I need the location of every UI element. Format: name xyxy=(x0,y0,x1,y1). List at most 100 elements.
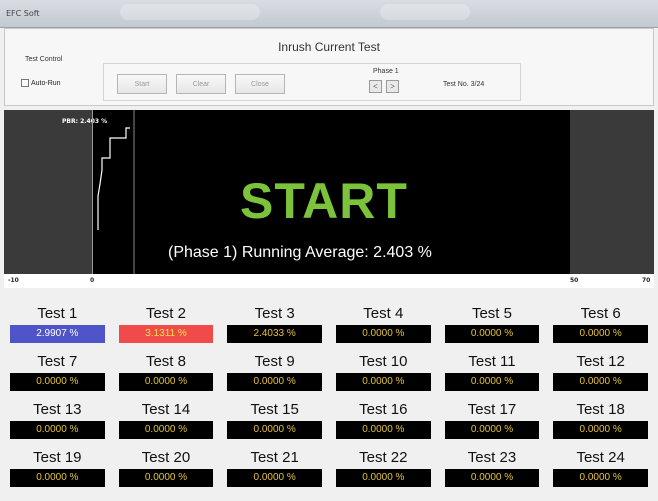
test-name: Test 12 xyxy=(576,353,625,370)
test-name: Test 8 xyxy=(145,353,186,370)
test-value: 0.0000 % xyxy=(553,373,648,391)
test-name: Test 4 xyxy=(363,305,404,322)
graph-axis: -10 0 50 70 xyxy=(4,274,654,288)
test-name: Test 7 xyxy=(37,353,78,370)
test-name: Test 17 xyxy=(467,401,517,418)
test-name: Test 6 xyxy=(580,305,621,322)
axis-tick: 50 xyxy=(570,277,579,284)
status-text: START xyxy=(240,173,408,229)
test-name: Test 11 xyxy=(468,353,516,370)
test-result-cell: Test 24 0.0000 % xyxy=(553,447,648,495)
test-result-cell: Test 3 2.4033 % xyxy=(227,303,322,351)
test-value: 0.0000 % xyxy=(10,373,105,391)
test-name: Test 20 xyxy=(141,449,191,466)
test-result-cell: Test 14 0.0000 % xyxy=(118,399,214,447)
control-panel: Inrush Current Test Test Control Auto-Ru… xyxy=(4,28,654,106)
graph-divider xyxy=(92,110,93,274)
app-title: Inrush Current Test xyxy=(278,40,380,54)
test-value: 0.0000 % xyxy=(335,373,431,391)
test-name: Test 23 xyxy=(467,449,517,466)
axis-tick: -10 xyxy=(8,277,19,284)
test-name: Test 10 xyxy=(359,353,408,370)
test-value: 0.0000 % xyxy=(444,469,540,487)
title-bar-glare xyxy=(380,4,470,20)
test-name: Test 21 xyxy=(250,449,299,466)
test-result-cell: Test 18 0.0000 % xyxy=(553,399,648,447)
test-result-cell: Test 2 3.1311 % xyxy=(118,303,214,351)
test-name: Test 14 xyxy=(141,401,191,418)
test-result-cell: Test 1 2.9907 % xyxy=(10,303,105,351)
graph-area: PBR: 2.403 % START (Phase 1) Running Ave… xyxy=(4,110,654,274)
test-value: 3.1311 % xyxy=(118,325,214,343)
test-value: 0.0000 % xyxy=(444,325,540,343)
checkbox-square[interactable] xyxy=(21,79,29,87)
test-name: Test 1 xyxy=(37,305,78,322)
test-result-cell: Test 23 0.0000 % xyxy=(444,447,540,495)
test-value: 0.0000 % xyxy=(335,325,431,343)
test-name: Test 3 xyxy=(254,305,295,322)
test-value: 2.9907 % xyxy=(10,325,105,343)
test-result-cell: Test 16 0.0000 % xyxy=(335,399,431,447)
test-value: 0.0000 % xyxy=(553,421,648,439)
test-result-cell: Test 22 0.0000 % xyxy=(335,447,431,495)
test-result-cell: Test 10 0.0000 % xyxy=(335,351,431,399)
test-result-cell: Test 11 0.0000 % xyxy=(444,351,540,399)
test-control-label: Test Control xyxy=(25,56,63,63)
running-average: (Phase 1) Running Average: 2.403 % xyxy=(168,244,432,261)
window-title-bar[interactable]: EFC Soft xyxy=(0,0,658,28)
next-phase-button[interactable]: > xyxy=(386,80,399,93)
test-name: Test 15 xyxy=(250,401,299,418)
test-value: 0.0000 % xyxy=(553,469,648,487)
test-value: 0.0000 % xyxy=(444,373,540,391)
test-result-cell: Test 8 0.0000 % xyxy=(118,351,214,399)
test-result-cell: Test 6 0.0000 % xyxy=(553,303,648,351)
graph-right-region xyxy=(570,110,654,274)
test-name: Test 5 xyxy=(471,305,512,322)
autorun-checkbox[interactable]: Auto-Run xyxy=(21,79,61,87)
test-result-cell: Test 17 0.0000 % xyxy=(444,399,540,447)
test-result-cell: Test 7 0.0000 % xyxy=(10,351,105,399)
current-trace xyxy=(97,110,135,274)
test-name: Test 18 xyxy=(576,401,625,418)
chevron-left-icon: < xyxy=(373,82,378,91)
test-value: 0.0000 % xyxy=(335,469,431,487)
window-title: EFC Soft xyxy=(6,9,40,18)
test-result-cell: Test 5 0.0000 % xyxy=(444,303,540,351)
test-result-cell: Test 12 0.0000 % xyxy=(553,351,648,399)
test-number: Test No. 3/24 xyxy=(443,81,485,88)
test-name: Test 13 xyxy=(33,401,82,418)
test-result-cell: Test 21 0.0000 % xyxy=(227,447,322,495)
close-button[interactable]: Close xyxy=(235,74,285,94)
axis-tick: 0 xyxy=(90,277,95,284)
prev-phase-button[interactable]: < xyxy=(369,80,382,93)
test-result-cell: Test 9 0.0000 % xyxy=(227,351,322,399)
test-result-cell: Test 4 0.0000 % xyxy=(335,303,431,351)
test-name: Test 2 xyxy=(145,305,186,322)
test-name: Test 24 xyxy=(576,449,625,466)
test-value: 0.0000 % xyxy=(553,325,648,343)
test-result-cell: Test 20 0.0000 % xyxy=(118,447,214,495)
test-value: 0.0000 % xyxy=(227,421,322,439)
clear-button[interactable]: Clear xyxy=(176,74,226,94)
test-value: 0.0000 % xyxy=(118,373,214,391)
test-value: 0.0000 % xyxy=(444,421,540,439)
title-bar-glare xyxy=(120,4,260,20)
test-value: 0.0000 % xyxy=(10,469,105,487)
chevron-right-icon: > xyxy=(390,82,395,91)
start-button[interactable]: Start xyxy=(117,74,167,94)
test-name: Test 16 xyxy=(359,401,408,418)
test-result-cell: Test 13 0.0000 % xyxy=(10,399,105,447)
autorun-label: Auto-Run xyxy=(31,79,61,87)
axis-tick: 70 xyxy=(642,277,651,284)
test-value: 0.0000 % xyxy=(10,421,105,439)
test-value: 2.4033 % xyxy=(227,325,322,343)
graph-left-region xyxy=(4,110,92,274)
test-name: Test 9 xyxy=(254,353,295,370)
test-name: Test 19 xyxy=(33,449,82,466)
test-value: 0.0000 % xyxy=(335,421,431,439)
results-grid: Test 1 2.9907 % Test 2 3.1311 % Test 3 2.4033… xyxy=(4,303,654,495)
test-value: 0.0000 % xyxy=(118,421,214,439)
trace-line xyxy=(97,127,130,230)
test-result-cell: Test 19 0.0000 % xyxy=(10,447,105,495)
test-value: 0.0000 % xyxy=(118,469,214,487)
